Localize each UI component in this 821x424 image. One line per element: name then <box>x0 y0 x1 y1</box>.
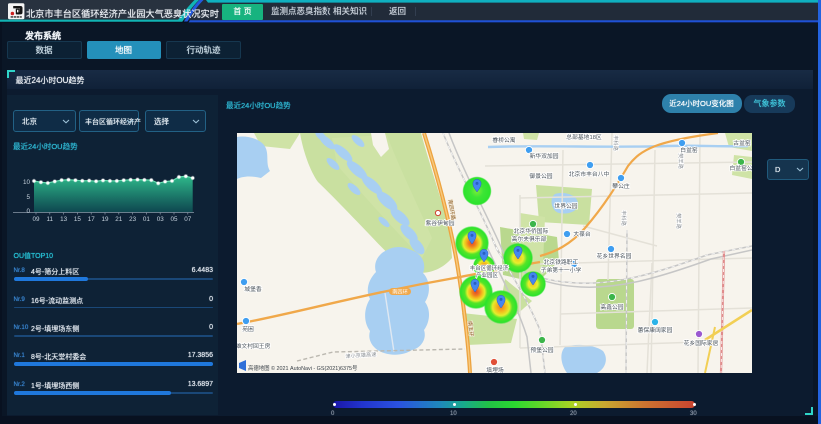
svg-text:丰科路: 丰科路 <box>612 135 620 151</box>
svg-text:高德地图 © 2021 AutoNavi - GS(2021: 高德地图 © 2021 AutoNavi - GS(2021)6375号 <box>248 364 358 372</box>
svg-text:苑困: 苑困 <box>242 325 254 333</box>
svg-text:蕙保康阔家园: 蕙保康阔家园 <box>638 326 673 334</box>
svg-text:北京市丰台八中: 北京市丰台八中 <box>569 170 610 178</box>
svg-text:05: 05 <box>170 216 178 223</box>
svg-text:白盆窑公园: 白盆窑公园 <box>730 164 753 172</box>
svg-text:11: 11 <box>47 216 54 223</box>
svg-text:花乡世界名园: 花乡世界名园 <box>597 252 632 260</box>
svg-text:南四环: 南四环 <box>392 288 408 296</box>
svg-text:19: 19 <box>101 216 109 223</box>
svg-text:北京铁路职工: 北京铁路职工 <box>544 258 579 266</box>
svg-text:09: 09 <box>32 216 40 223</box>
svg-text:子弟第十一小学: 子弟第十一小学 <box>541 266 582 274</box>
svg-text:5: 5 <box>26 194 30 201</box>
svg-text:攀公庄: 攀公庄 <box>612 182 630 190</box>
svg-text:北京华侨国际: 北京华侨国际 <box>514 227 549 235</box>
svg-text:21: 21 <box>115 216 123 223</box>
svg-text:世界公园: 世界公园 <box>554 202 577 210</box>
svg-text:填埋场: 填埋场 <box>486 366 504 373</box>
svg-text:23: 23 <box>129 216 137 223</box>
svg-text:17: 17 <box>88 216 96 223</box>
svg-text:丰台区循环经济: 丰台区循环经济 <box>470 264 509 272</box>
svg-text:13: 13 <box>60 216 68 223</box>
svg-text:大葆台: 大葆台 <box>573 230 591 238</box>
svg-text:07: 07 <box>184 216 192 223</box>
svg-text:预堡公园: 预堡公园 <box>530 346 553 354</box>
svg-text:15: 15 <box>74 216 82 223</box>
svg-text:高鑫公园: 高鑫公园 <box>600 303 623 311</box>
svg-text:产业园区: 产业园区 <box>476 271 499 279</box>
svg-text:古盆窑: 古盆窑 <box>733 139 751 147</box>
svg-text:01: 01 <box>143 216 151 223</box>
svg-text:新华双加园: 新华双加园 <box>530 152 559 160</box>
svg-text:樊羊路: 樊羊路 <box>677 153 685 169</box>
svg-text:03: 03 <box>157 216 165 223</box>
svg-text:花乡国际家居: 花乡国际家居 <box>684 339 719 347</box>
svg-text:总部基地18区: 总部基地18区 <box>566 133 602 141</box>
svg-text:雄文村回王房: 雄文村回王房 <box>237 342 271 350</box>
svg-text:眷桥公寓: 眷桥公寓 <box>492 136 515 144</box>
svg-text:10: 10 <box>23 179 31 186</box>
svg-text:0: 0 <box>26 208 30 215</box>
svg-text:丰科路: 丰科路 <box>620 210 628 226</box>
svg-text:御景公园: 御景公园 <box>529 172 552 180</box>
svg-text:樊羊路: 樊羊路 <box>675 213 683 229</box>
svg-text:高尔夫俱乐部: 高尔夫俱乐部 <box>512 235 547 243</box>
svg-text:城堡香: 城堡香 <box>244 285 262 293</box>
